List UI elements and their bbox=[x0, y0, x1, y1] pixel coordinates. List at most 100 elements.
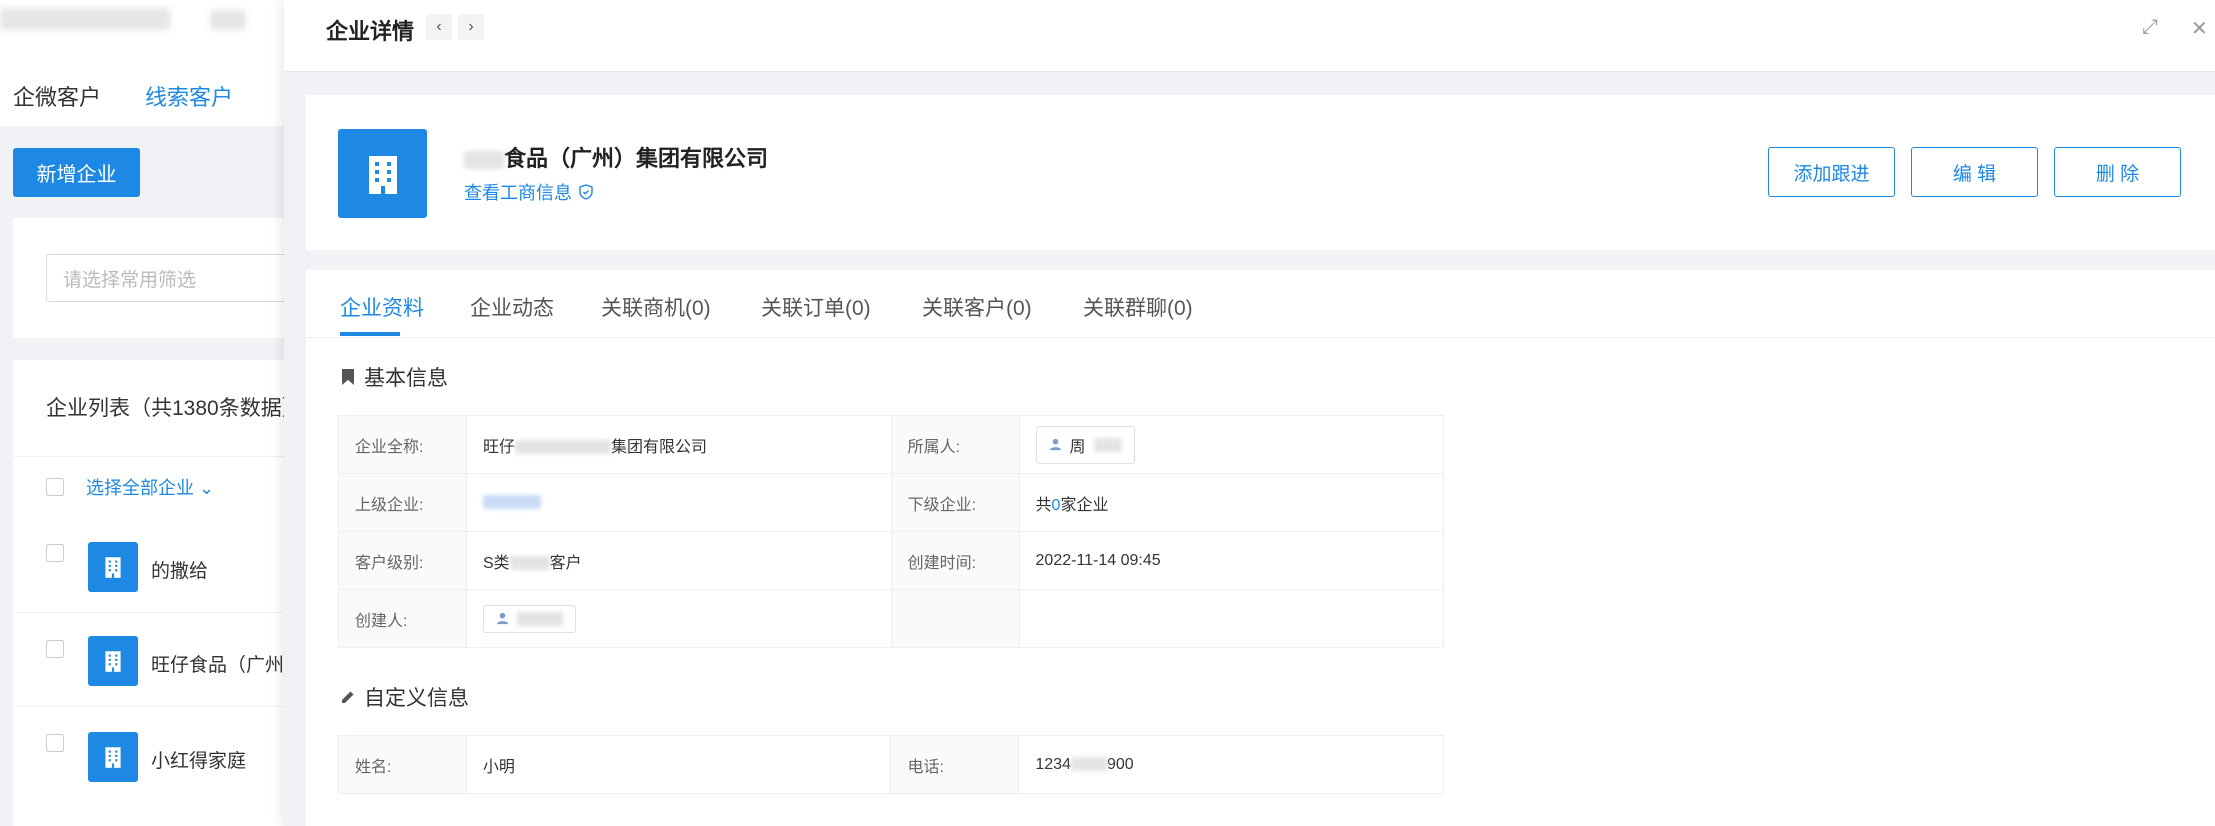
level-suffix: 客户 bbox=[549, 554, 582, 572]
filter-card: 请选择常用筛选 bbox=[13, 218, 306, 338]
company-name-text: 食品（广州）集团有限公司 bbox=[504, 146, 769, 171]
row-company-name[interactable]: 小红得家庭 bbox=[151, 746, 246, 773]
next-button[interactable]: › bbox=[458, 14, 484, 40]
background-page: 企微客户 线索客户 新增企业 请选择常用筛选 企业列表（共1380条数据） 选择… bbox=[0, 0, 306, 826]
owner-label: 所属人: bbox=[890, 415, 1020, 474]
expand-icon[interactable]: ⤢ bbox=[2142, 16, 2158, 39]
child-prefix: 共 bbox=[1035, 496, 1052, 514]
tab-related-opportunities[interactable]: 关联商机(0) bbox=[601, 292, 711, 322]
creator-tag[interactable] bbox=[482, 604, 576, 633]
select-all-checkbox[interactable] bbox=[46, 478, 64, 496]
company-summary-card: 食品（广州）集团有限公司 查看工商信息 添加跟进 编 辑 删 除 bbox=[306, 95, 2215, 250]
active-tab-indicator bbox=[340, 332, 400, 336]
filter-input[interactable]: 请选择常用筛选 bbox=[46, 254, 306, 302]
building-icon bbox=[88, 732, 138, 782]
child-suffix: 家企业 bbox=[1060, 496, 1109, 514]
created-time-label: 创建时间: bbox=[890, 531, 1020, 590]
customer-level-value: S类 客户 bbox=[465, 531, 892, 590]
chevron-down-icon: ⌄ bbox=[199, 478, 215, 498]
tab-company-profile[interactable]: 企业资料 bbox=[340, 292, 424, 322]
parent-company-value[interactable] bbox=[465, 473, 892, 532]
add-company-button[interactable]: 新增企业 bbox=[13, 148, 140, 197]
created-time-value: 2022-11-14 09:45 bbox=[1018, 531, 1445, 590]
phone-prefix: 1234 bbox=[1035, 755, 1071, 773]
phone-label: 电话: bbox=[890, 735, 1020, 794]
full-name-suffix: 集团有限公司 bbox=[610, 438, 707, 456]
custom-info-section-title: 自定义信息 bbox=[340, 682, 469, 712]
blurred-text bbox=[210, 10, 246, 30]
row-company-name[interactable]: 旺仔食品（广州） bbox=[151, 650, 303, 677]
creator-value bbox=[465, 589, 892, 648]
company-detail-drawer: 企业详情 ‹ › ⤢ ✕ 食品（广州）集团有限公司 查看工商信息 添加跟进 编 … bbox=[284, 0, 2215, 826]
name-value: 小明 bbox=[465, 735, 892, 794]
row-company-name[interactable]: 的撒给 bbox=[151, 556, 208, 583]
redacted-text bbox=[1070, 757, 1107, 772]
user-icon bbox=[1049, 438, 1061, 451]
company-list: 企业列表（共1380条数据） 选择全部企业 ⌄ 的撒给 旺仔食品（广州） 小红得… bbox=[13, 360, 303, 826]
full-name-value: 旺仔 集团有限公司 bbox=[465, 415, 892, 474]
basic-info-table: 企业全称: 旺仔 集团有限公司 所属人: 周 上级企业: 下级企业: 共0家企业 … bbox=[338, 415, 1445, 648]
owner-tag[interactable]: 周 bbox=[1035, 425, 1135, 464]
redacted-text bbox=[464, 151, 504, 170]
full-name-label: 企业全称: bbox=[338, 415, 467, 474]
user-icon bbox=[496, 612, 509, 625]
business-info-link[interactable]: 查看工商信息 bbox=[464, 179, 594, 205]
redacted-text bbox=[514, 440, 611, 455]
creator-label: 创建人: bbox=[338, 589, 467, 648]
prev-button[interactable]: ‹ bbox=[426, 14, 452, 40]
tab-related-groups[interactable]: 关联群聊(0) bbox=[1083, 292, 1193, 322]
tab-company-activity[interactable]: 企业动态 bbox=[470, 292, 554, 322]
close-icon[interactable]: ✕ bbox=[2191, 16, 2208, 41]
row-checkbox[interactable] bbox=[46, 640, 64, 658]
divider bbox=[13, 612, 290, 613]
empty-value bbox=[1018, 589, 1445, 648]
select-all-dropdown[interactable]: 选择全部企业 ⌄ bbox=[86, 474, 214, 500]
name-label: 姓名: bbox=[338, 735, 467, 794]
redacted-text bbox=[509, 556, 550, 571]
child-company-value: 共0家企业 bbox=[1018, 473, 1445, 532]
owner-value: 周 bbox=[1018, 415, 1445, 474]
detail-content: 企业资料 企业动态 关联商机(0) 关联订单(0) 关联客户(0) 关联群聊(0… bbox=[306, 270, 2215, 826]
row-checkbox[interactable] bbox=[46, 544, 64, 562]
redacted-link bbox=[482, 495, 541, 510]
background-tabs: 企微客户 线索客户 bbox=[0, 62, 290, 126]
tab-related-orders[interactable]: 关联订单(0) bbox=[761, 292, 871, 322]
shield-icon bbox=[579, 184, 593, 200]
full-name-prefix: 旺仔 bbox=[482, 438, 515, 456]
basic-info-section-title: 基本信息 bbox=[340, 362, 448, 392]
phone-value: 1234 900 bbox=[1018, 735, 1444, 794]
edit-button[interactable]: 编 辑 bbox=[1911, 147, 2038, 197]
redacted-text bbox=[516, 611, 563, 626]
custom-info-table: 姓名: 小明 电话: 1234 900 bbox=[338, 735, 1444, 794]
detail-tabs: 企业资料 企业动态 关联商机(0) 关联订单(0) 关联客户(0) 关联群聊(0… bbox=[306, 270, 2215, 338]
basic-info-title: 基本信息 bbox=[364, 367, 448, 390]
bg-tab-leads[interactable]: 线索客户 bbox=[145, 80, 233, 112]
child-company-label: 下级企业: bbox=[890, 473, 1020, 532]
building-icon bbox=[88, 636, 138, 686]
company-name: 食品（广州）集团有限公司 bbox=[464, 141, 768, 173]
delete-button[interactable]: 删 除 bbox=[2054, 147, 2181, 197]
custom-info-title: 自定义信息 bbox=[364, 687, 469, 710]
redacted-text bbox=[1093, 437, 1122, 452]
blurred-logo bbox=[0, 8, 170, 30]
divider bbox=[13, 706, 290, 707]
building-icon bbox=[88, 542, 138, 592]
empty-label bbox=[890, 589, 1020, 648]
add-followup-button[interactable]: 添加跟进 bbox=[1768, 147, 1895, 197]
phone-suffix: 900 bbox=[1106, 755, 1134, 773]
drawer-header: 企业详情 ‹ › ⤢ ✕ bbox=[284, 0, 2215, 72]
building-icon bbox=[338, 129, 427, 218]
owner-name: 周 bbox=[1069, 438, 1086, 456]
bookmark-icon bbox=[342, 369, 354, 385]
edit-icon bbox=[342, 691, 354, 703]
parent-company-label: 上级企业: bbox=[338, 473, 467, 532]
select-all-label: 选择全部企业 bbox=[86, 478, 194, 498]
row-checkbox[interactable] bbox=[46, 734, 64, 752]
business-info-link-label: 查看工商信息 bbox=[464, 183, 572, 203]
customer-level-label: 客户级别: bbox=[338, 531, 467, 590]
bg-tab-wecom[interactable]: 企微客户 bbox=[13, 80, 101, 112]
divider bbox=[13, 456, 290, 457]
drawer-title: 企业详情 bbox=[326, 19, 415, 44]
level-prefix: S类 bbox=[482, 554, 510, 572]
tab-related-customers[interactable]: 关联客户(0) bbox=[922, 292, 1032, 322]
